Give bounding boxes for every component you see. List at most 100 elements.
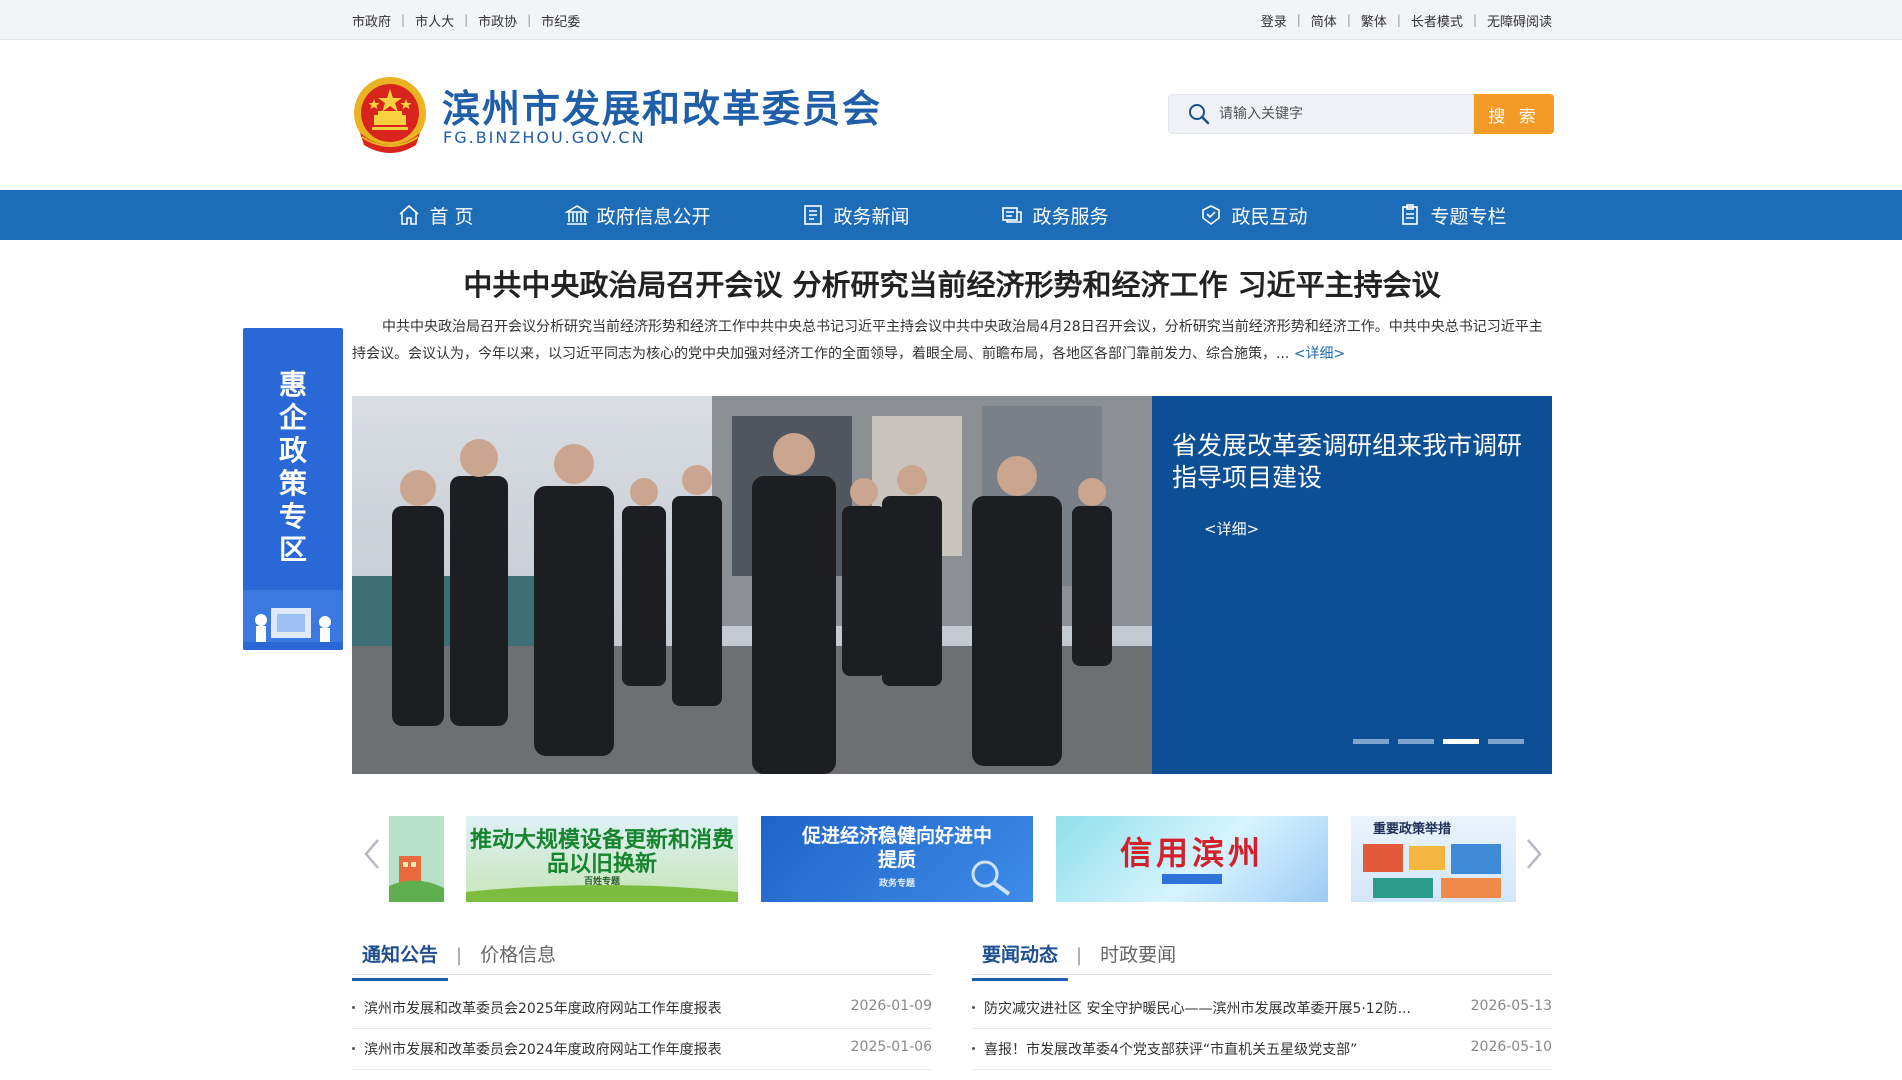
headline-summary-text: 中共中央政治局召开会议分析研究当前经济形势和经济工作中共中央总书记习近平主持会议… xyxy=(352,319,1543,362)
nav-item-label: 政府信息公开 xyxy=(596,205,711,228)
side-banner-text: 惠企政策专区 xyxy=(243,368,343,566)
search-input[interactable] xyxy=(1219,106,1459,122)
list-item[interactable]: 滨州市发展和改革委员会2025年度政府网站工作年度报表 2026-01-09 xyxy=(352,988,932,1029)
accessibility-link[interactable]: 无障碍阅读 xyxy=(1487,11,1552,30)
list-item-date: 2025-01-06 xyxy=(850,1039,932,1055)
news-list: 防灾减灾进社区 安全守护暖民心——滨州市发展改革委开展5·12防... 2026… xyxy=(972,988,1552,1070)
carousel-more-link[interactable]: <详细> xyxy=(1204,518,1259,539)
simplified-chinese-link[interactable]: 简体 xyxy=(1311,11,1337,30)
list-item-date: 2026-01-09 xyxy=(850,998,932,1014)
carousel-photo[interactable] xyxy=(352,396,1152,774)
nav-item-gov-news[interactable]: 政务新闻 xyxy=(801,202,910,229)
banner-title: 推动大规模设备更新和消费品以旧换新 xyxy=(469,827,734,877)
link-city-discipline[interactable]: 市纪委 xyxy=(541,11,580,30)
banner-policy-measures[interactable]: 重要政策举措 xyxy=(1351,816,1516,902)
tab-notices[interactable]: 通知公告 xyxy=(352,935,449,981)
tab-news-updates[interactable]: 要闻动态 xyxy=(972,935,1069,981)
carousel-dot[interactable] xyxy=(1398,739,1434,744)
list-item-date: 2026-05-10 xyxy=(1470,1039,1552,1055)
separator: | xyxy=(1296,13,1301,27)
policy-illustration-icon xyxy=(1363,844,1501,898)
search-icon xyxy=(1189,104,1210,125)
nav-item-special-topics[interactable]: 专题专栏 xyxy=(1398,202,1506,229)
list-item-title: 喜报！市发展改革委4个党支部获评“市直机关五星级党支部” xyxy=(984,1042,1358,1058)
grass-illustration-icon xyxy=(466,885,738,902)
chevron-left-icon[interactable] xyxy=(362,834,382,874)
nav-item-label: 政务新闻 xyxy=(833,205,910,228)
divider xyxy=(352,974,932,975)
carousel-dot[interactable] xyxy=(1488,739,1524,744)
banner-title: 重要政策举措 xyxy=(1373,822,1452,837)
search-button[interactable]: 搜 索 xyxy=(1474,94,1554,134)
top-left-links: 市政府 | 市人大 | 市政协 | 市纪委 xyxy=(352,11,580,30)
separator: | xyxy=(1472,13,1477,27)
carousel-dot[interactable] xyxy=(1353,739,1389,744)
list-item[interactable]: 滨州市发展和改革委员会2024年度政府网站工作年度报表 2025-01-06 xyxy=(352,1029,932,1070)
nav-item-label: 政务服务 xyxy=(1032,205,1109,228)
headline-more-link[interactable]: <详细> xyxy=(1294,346,1345,362)
office-illustration-icon xyxy=(243,590,343,650)
banner-credit-binzhou[interactable]: 信用滨州 xyxy=(1056,816,1328,902)
carousel-caption-title[interactable]: 省发展改革委调研组来我市调研指导项目建设 xyxy=(1172,430,1532,494)
nav-item-interaction[interactable]: 政民互动 xyxy=(1199,202,1307,229)
chevron-right-icon[interactable] xyxy=(1524,834,1544,874)
banner-equipment-renewal[interactable]: 推动大规模设备更新和消费品以旧换新 百姓专题 xyxy=(466,816,738,902)
headline-title[interactable]: 中共中央政治局召开会议 分析研究当前经济形势和经济工作 习近平主持会议 xyxy=(352,262,1552,304)
divider xyxy=(972,974,1552,975)
banner-partial-left[interactable] xyxy=(389,816,444,902)
separator: | xyxy=(527,13,532,27)
nav-item-label: 专题专栏 xyxy=(1430,205,1507,228)
notice-tabs: 通知公告 | 价格信息 xyxy=(352,935,566,981)
list-item-title: 滨州市发展和改革委员会2024年度政府网站工作年度报表 xyxy=(364,1042,722,1058)
main-nav: 首 页 政府信息公开 政务新闻 政务服务 政民互动 专题专栏 xyxy=(0,190,1902,240)
nav-item-gov-services[interactable]: 政务服务 xyxy=(1000,202,1108,229)
magnifier-illustration-icon xyxy=(971,860,1011,896)
separator: | xyxy=(1396,13,1401,27)
list-item-date: 2026-05-13 xyxy=(1470,998,1552,1014)
nav-item-label: 首 页 xyxy=(429,205,474,228)
banner-decoration xyxy=(1162,874,1222,884)
service-icon xyxy=(1002,207,1023,223)
news-document-icon xyxy=(804,205,823,225)
carousel-pagination xyxy=(1344,739,1524,744)
clipboard-icon xyxy=(1402,204,1419,225)
site-title: 滨州市发展和改革委员会 xyxy=(442,87,883,131)
news-tabs: 要闻动态 | 时政要闻 xyxy=(972,935,1186,981)
separator: | xyxy=(456,944,463,966)
login-link[interactable]: 登录 xyxy=(1261,11,1287,30)
home-icon xyxy=(399,204,420,225)
search-box xyxy=(1168,94,1474,134)
site-domain: FG.BINZHOU.GOV.CN xyxy=(443,128,646,147)
carousel-dot-active[interactable] xyxy=(1443,739,1479,744)
separator: | xyxy=(1076,944,1083,966)
tab-price-info[interactable]: 价格信息 xyxy=(470,935,566,975)
nav-item-gov-info[interactable]: 政府信息公开 xyxy=(564,202,711,229)
bullet xyxy=(352,1006,355,1009)
news-carousel: 省发展改革委调研组来我市调研指导项目建设 <详细> xyxy=(352,396,1552,774)
link-city-cppcc[interactable]: 市政协 xyxy=(478,11,517,30)
traditional-chinese-link[interactable]: 繁体 xyxy=(1361,11,1387,30)
banner-economy-stable[interactable]: 促进经济稳健向好进中提质 政务专题 xyxy=(761,816,1033,902)
nav-item-label: 政民互动 xyxy=(1231,205,1308,228)
building-illustration-icon xyxy=(389,816,444,902)
separator: | xyxy=(401,13,406,27)
government-building-icon xyxy=(564,205,589,225)
link-city-government[interactable]: 市政府 xyxy=(352,11,391,30)
tab-political-news[interactable]: 时政要闻 xyxy=(1090,935,1186,975)
nav-item-home[interactable]: 首 页 xyxy=(397,202,474,229)
list-item[interactable]: 喜报！市发展改革委4个党支部获评“市直机关五星级党支部” 2026-05-10 xyxy=(972,1029,1552,1070)
banner-title: 信用滨州 xyxy=(1119,834,1264,872)
list-item-title: 防灾减灾进社区 安全守护暖民心——滨州市发展改革委开展5·12防... xyxy=(984,1001,1411,1017)
side-policy-zone-banner[interactable]: 惠企政策专区 xyxy=(243,328,343,650)
bullet xyxy=(972,1006,975,1009)
separator: | xyxy=(1346,13,1351,27)
link-city-congress[interactable]: 市人大 xyxy=(415,11,454,30)
bullet xyxy=(972,1047,975,1050)
top-right-links: 登录 | 简体 | 繁体 | 长者模式 | 无障碍阅读 xyxy=(1261,11,1552,30)
interaction-icon xyxy=(1202,205,1221,225)
elder-mode-link[interactable]: 长者模式 xyxy=(1411,11,1463,30)
side-banner-label: 惠企政策专区 xyxy=(278,368,307,566)
list-item[interactable]: 防灾减灾进社区 安全守护暖民心——滨州市发展改革委开展5·12防... 2026… xyxy=(972,988,1552,1029)
bullet xyxy=(352,1047,355,1050)
top-utility-bar: 市政府 | 市人大 | 市政协 | 市纪委 登录 | 简体 | 繁体 | 长者模… xyxy=(0,0,1902,40)
